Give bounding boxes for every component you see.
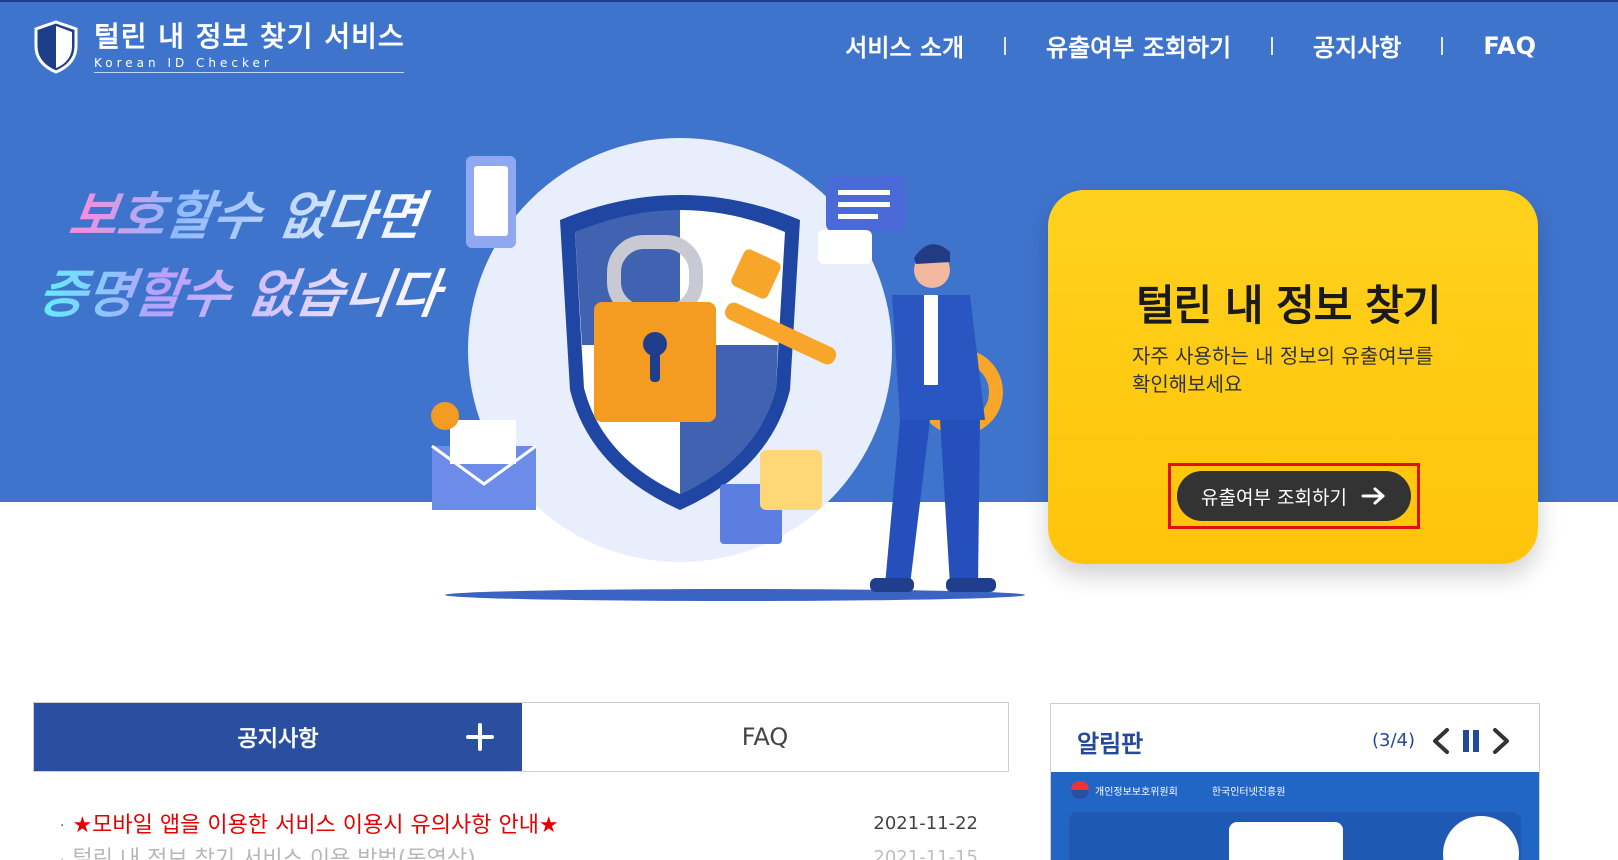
banner-card xyxy=(1229,822,1343,860)
notice-date: 2021-11-22 xyxy=(873,812,978,834)
banner-org-2-label: 한국인터넷진흥원 xyxy=(1211,786,1286,798)
main-nav: 서비스 소개 유출여부 조회하기 공지사항 FAQ xyxy=(845,28,1536,63)
tab-faq[interactable]: FAQ xyxy=(522,703,1008,771)
notice-date: 2021-11-15 xyxy=(873,846,978,860)
card-title: 털린 내 정보 찾기 xyxy=(1136,281,1441,330)
site-subtitle: Korean ID Checker xyxy=(94,56,404,73)
tab-notice[interactable]: 공지사항 xyxy=(34,703,522,771)
nav-item-service-intro[interactable]: 서비스 소개 xyxy=(845,28,964,63)
bullet-icon: · xyxy=(60,818,65,834)
banner-org-2: 한국인터넷진흥원 xyxy=(1212,783,1286,798)
nav-divider xyxy=(1441,36,1444,55)
list-item[interactable]: · ★모바일 앱을 이용한 서비스 이용시 유의사항 안내★ 2021-11-22 xyxy=(60,806,978,840)
list-item[interactable]: · 털린 내 정보 찾기 서비스 이용 방법(동영상) 2021-11-15 xyxy=(60,840,978,860)
site-title: 털린 내 정보 찾기 서비스 xyxy=(94,20,405,53)
top-border xyxy=(0,0,1618,2)
notice-title[interactable]: · 털린 내 정보 찾기 서비스 이용 방법(동영상) xyxy=(60,841,476,860)
tab-notice-label: 공지사항 xyxy=(237,727,319,752)
leak-check-button[interactable]: 유출여부 조회하기 xyxy=(1177,471,1411,521)
bulletin-board: 알림판 (3/4) 개인정보보호위원회 한국인터넷진흥원 xyxy=(1050,703,1540,860)
card-description-line-2: 확인해보세요 xyxy=(1132,372,1243,396)
leak-check-button-label: 유출여부 조회하기 xyxy=(1201,486,1347,509)
site-logo[interactable]: 털린 내 정보 찾기 서비스 Korean ID Checker xyxy=(34,20,405,74)
slogan-line-2: 증명할수 없습니다 xyxy=(36,264,450,325)
banner-org-row: 개인정보보호위원회 한국인터넷진흥원 xyxy=(1051,772,1539,808)
hero-slogan: 보호할수 없다면 증명할수 없습니다 xyxy=(36,186,450,325)
nav-divider xyxy=(1004,36,1007,55)
card-description-line-1: 자주 사용하는 내 정보의 유출여부를 xyxy=(1132,344,1434,368)
leak-check-card: 털린 내 정보 찾기 자주 사용하는 내 정보의 유출여부를 확인해보세요 유출… xyxy=(1048,190,1538,564)
notice-title-text: ★모바일 앱을 이용한 서비스 이용시 유의사항 안내★ xyxy=(72,813,559,838)
notice-title[interactable]: · ★모바일 앱을 이용한 서비스 이용시 유의사항 안내★ xyxy=(60,807,559,839)
nav-item-notice[interactable]: 공지사항 xyxy=(1313,28,1401,63)
arrow-right-icon xyxy=(1361,487,1385,505)
pause-icon[interactable] xyxy=(1457,726,1485,756)
bulletin-banner[interactable]: 개인정보보호위원회 한국인터넷진흥원 xyxy=(1051,772,1539,860)
notice-title-text: 털린 내 정보 찾기 서비스 이용 방법(동영상) xyxy=(72,847,476,860)
card-description: 자주 사용하는 내 정보의 유출여부를 확인해보세요 xyxy=(1132,342,1472,398)
shield-logo-icon xyxy=(34,20,78,74)
plus-icon[interactable] xyxy=(462,719,498,755)
chevron-left-icon[interactable] xyxy=(1427,726,1455,756)
chevron-right-icon[interactable] xyxy=(1487,726,1515,756)
bulletin-board-title: 알림판 xyxy=(1077,730,1144,758)
banner-org-1: 개인정보보호위원회 xyxy=(1071,781,1178,799)
logo-text: 털린 내 정보 찾기 서비스 Korean ID Checker xyxy=(94,20,405,73)
slide-counter: (3/4) xyxy=(1371,730,1415,751)
banner-org-1-label: 개인정보보호위원회 xyxy=(1095,786,1178,798)
leak-check-button-highlight: 유출여부 조회하기 xyxy=(1168,463,1420,529)
bullet-icon: · xyxy=(60,852,65,860)
nav-item-faq[interactable]: FAQ xyxy=(1483,32,1536,60)
notice-faq-tabs: 공지사항 FAQ xyxy=(33,702,1009,772)
nav-divider xyxy=(1271,36,1274,55)
security-illustration xyxy=(431,138,1025,601)
notice-list: · ★모바일 앱을 이용한 서비스 이용시 유의사항 안내★ 2021-11-22… xyxy=(60,806,978,860)
bulletin-board-header: 알림판 (3/4) xyxy=(1051,704,1539,772)
government-emblem-icon xyxy=(1071,781,1089,799)
tab-faq-label: FAQ xyxy=(741,723,789,751)
slogan-line-1: 보호할수 없다면 xyxy=(65,186,432,247)
nav-item-leak-check[interactable]: 유출여부 조회하기 xyxy=(1046,28,1231,63)
page: 털린 내 정보 찾기 서비스 Korean ID Checker 서비스 소개 … xyxy=(0,0,1618,860)
